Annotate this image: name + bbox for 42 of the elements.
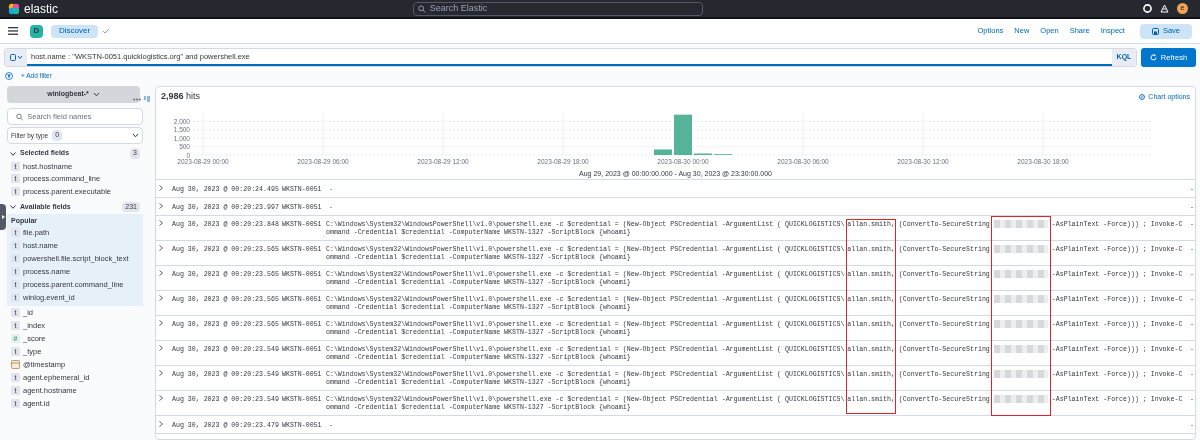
query-menu-button[interactable] <box>5 49 27 66</box>
redacted-block <box>993 345 1048 353</box>
saved-query-caret-icon <box>10 54 22 61</box>
expand-row-icon[interactable] <box>159 245 163 251</box>
collapse-sidebar-handle[interactable] <box>0 204 6 230</box>
redacted-block <box>993 245 1048 253</box>
caret-icon <box>132 133 139 138</box>
expand-row-icon[interactable] <box>159 220 163 226</box>
calendar-icon <box>11 360 20 369</box>
brand-name[interactable]: elastic <box>24 0 58 18</box>
expand-row-icon[interactable] <box>159 295 163 301</box>
check-icon <box>102 28 111 34</box>
space-avatar[interactable]: D <box>30 24 43 38</box>
hits-count: 2,986 hits <box>161 90 201 104</box>
settings-icon <box>1139 94 1146 100</box>
expand-row-icon[interactable] <box>159 345 163 351</box>
chevron-icon[interactable] <box>10 151 16 156</box>
redacted-block <box>993 295 1048 303</box>
expand-row-icon[interactable] <box>159 185 163 191</box>
expand-row-icon[interactable] <box>159 395 163 401</box>
save-icon <box>1151 27 1159 35</box>
expand-row-icon[interactable] <box>159 421 163 427</box>
breadcrumb-link[interactable]: Discover <box>51 24 99 38</box>
expand-row-icon[interactable] <box>159 370 163 376</box>
menu-icon[interactable] <box>8 27 18 35</box>
play-icon <box>1 215 5 219</box>
expand-row-icon[interactable] <box>159 270 163 276</box>
redacted-block <box>993 220 1048 228</box>
refresh-icon <box>1149 54 1157 61</box>
redacted-block <box>993 395 1048 403</box>
expand-row-icon[interactable] <box>159 320 163 326</box>
search-icon <box>16 112 24 121</box>
redacted-block <box>993 320 1048 328</box>
filter-options-icon[interactable] <box>5 71 13 80</box>
search-icon <box>418 4 426 13</box>
elastic-logo-icon[interactable] <box>8 2 20 15</box>
chevron-icon[interactable] <box>10 205 16 209</box>
expand-row-icon[interactable] <box>159 203 163 209</box>
redacted-block <box>993 370 1048 378</box>
redacted-block <box>993 270 1048 278</box>
caret-icon <box>92 92 100 97</box>
more-options-icon[interactable] <box>133 97 141 101</box>
